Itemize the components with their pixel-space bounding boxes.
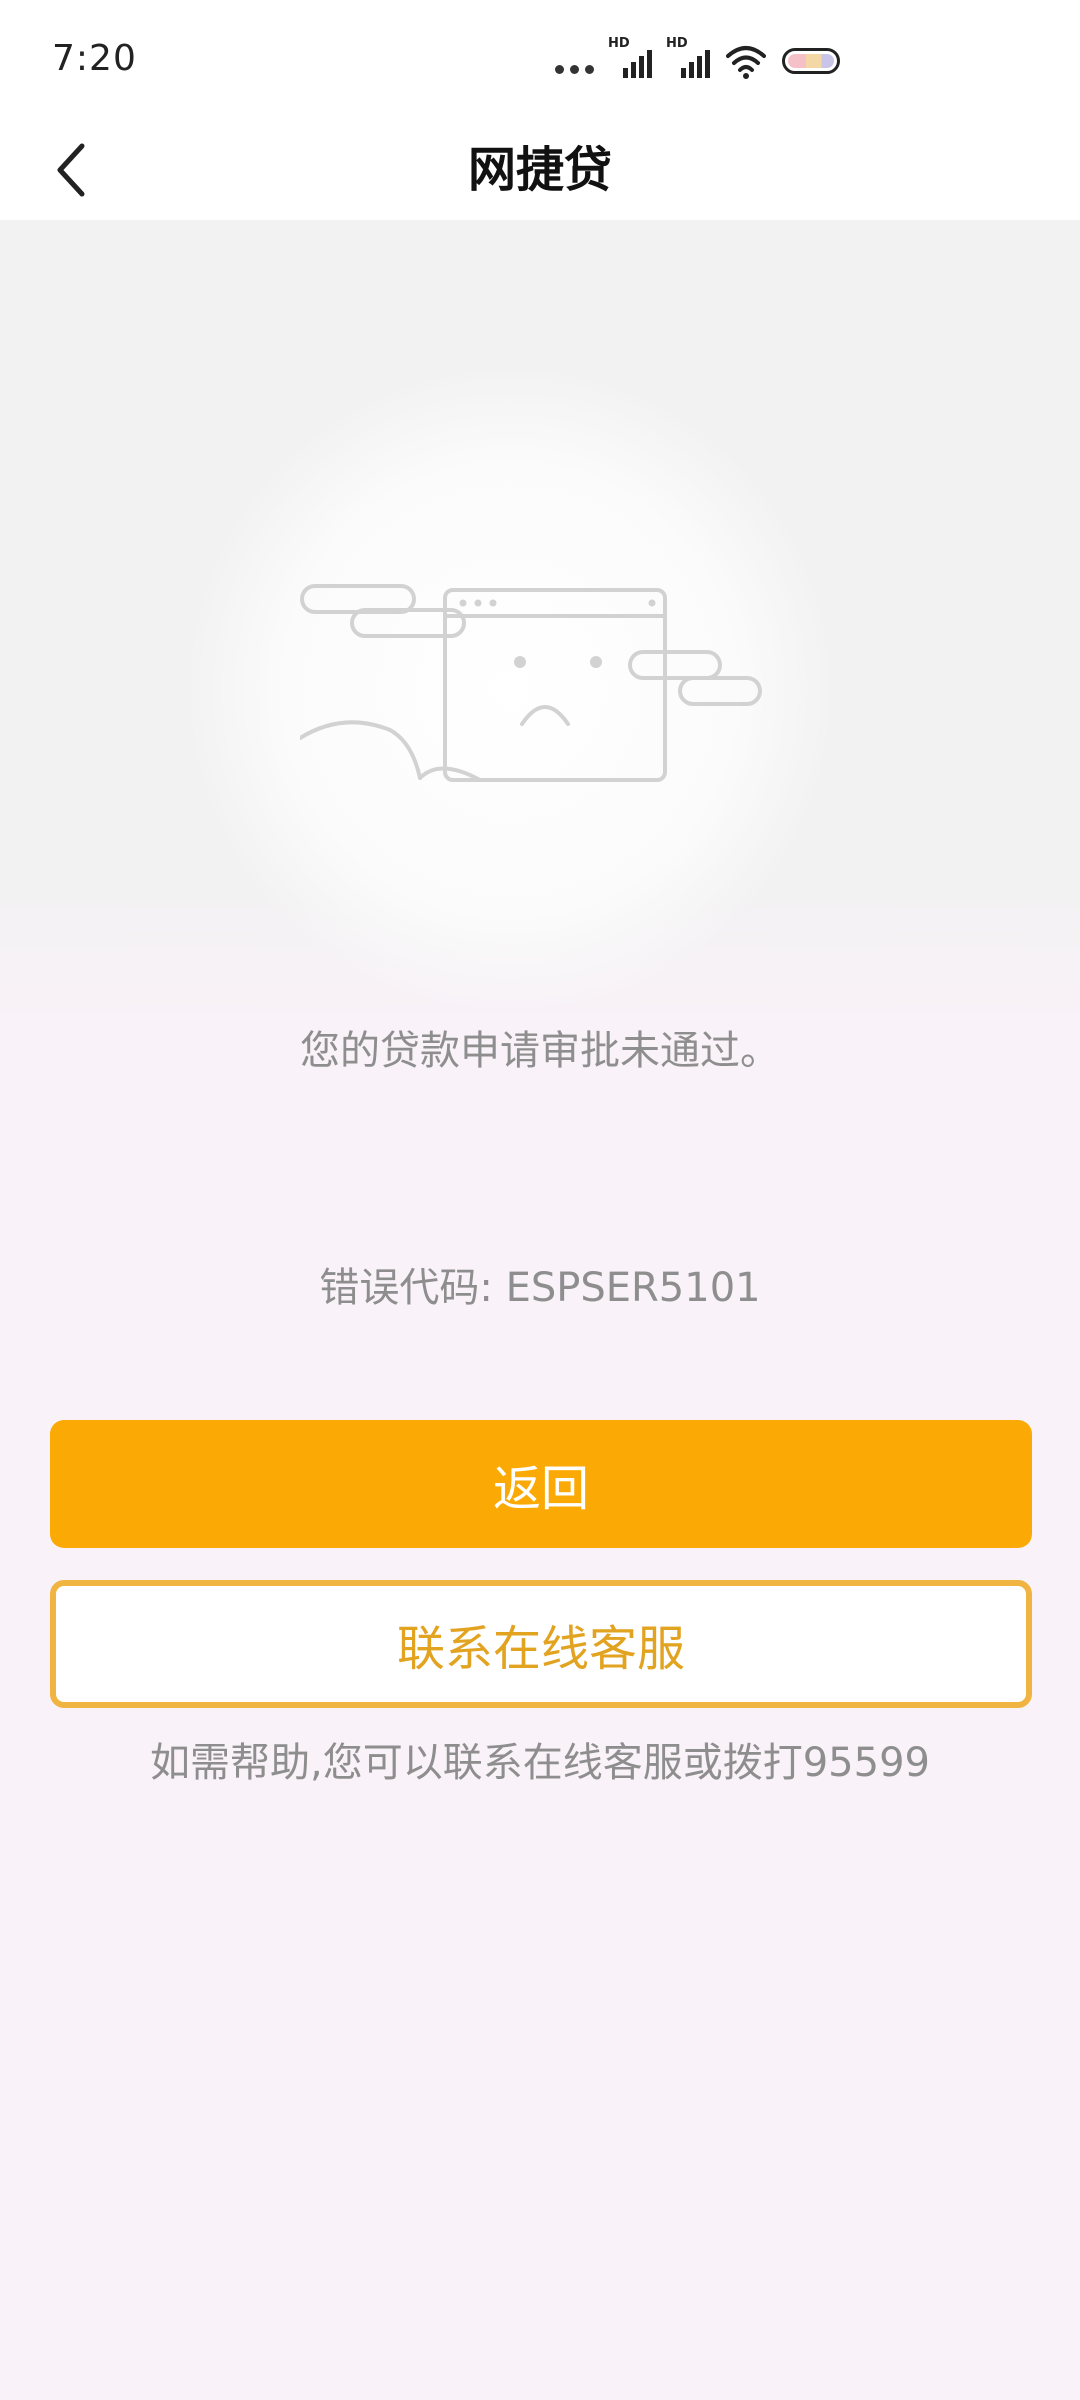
illustration-area bbox=[0, 220, 1080, 1020]
error-code: 错误代码: ESPSER5101 bbox=[319, 1265, 761, 1311]
page-title: 网捷贷 bbox=[467, 142, 612, 198]
return-button[interactable]: 返回 bbox=[50, 1420, 1032, 1548]
help-text: 如需帮助,您可以联系在线客服或拨打95599 bbox=[150, 1740, 930, 1786]
status-time: 7:20 bbox=[52, 38, 137, 79]
status-bar: 7:20 HD HD bbox=[0, 0, 1080, 120]
signal-icon-2: HD bbox=[666, 36, 710, 80]
signal-icon: HD bbox=[608, 36, 652, 80]
status-icons: HD HD bbox=[555, 36, 840, 80]
contact-support-button[interactable]: 联系在线客服 bbox=[50, 1580, 1032, 1708]
signal-hd-label-2: HD bbox=[666, 36, 688, 51]
nav-bar: 网捷贷 bbox=[0, 120, 1080, 220]
sad-window-icon bbox=[300, 584, 762, 782]
result-message: 您的贷款申请审批未通过。 bbox=[300, 1028, 780, 1074]
more-dots-icon bbox=[555, 65, 594, 80]
battery-icon bbox=[782, 48, 840, 74]
signal-hd-label: HD bbox=[608, 36, 630, 51]
wifi-icon bbox=[726, 46, 766, 79]
